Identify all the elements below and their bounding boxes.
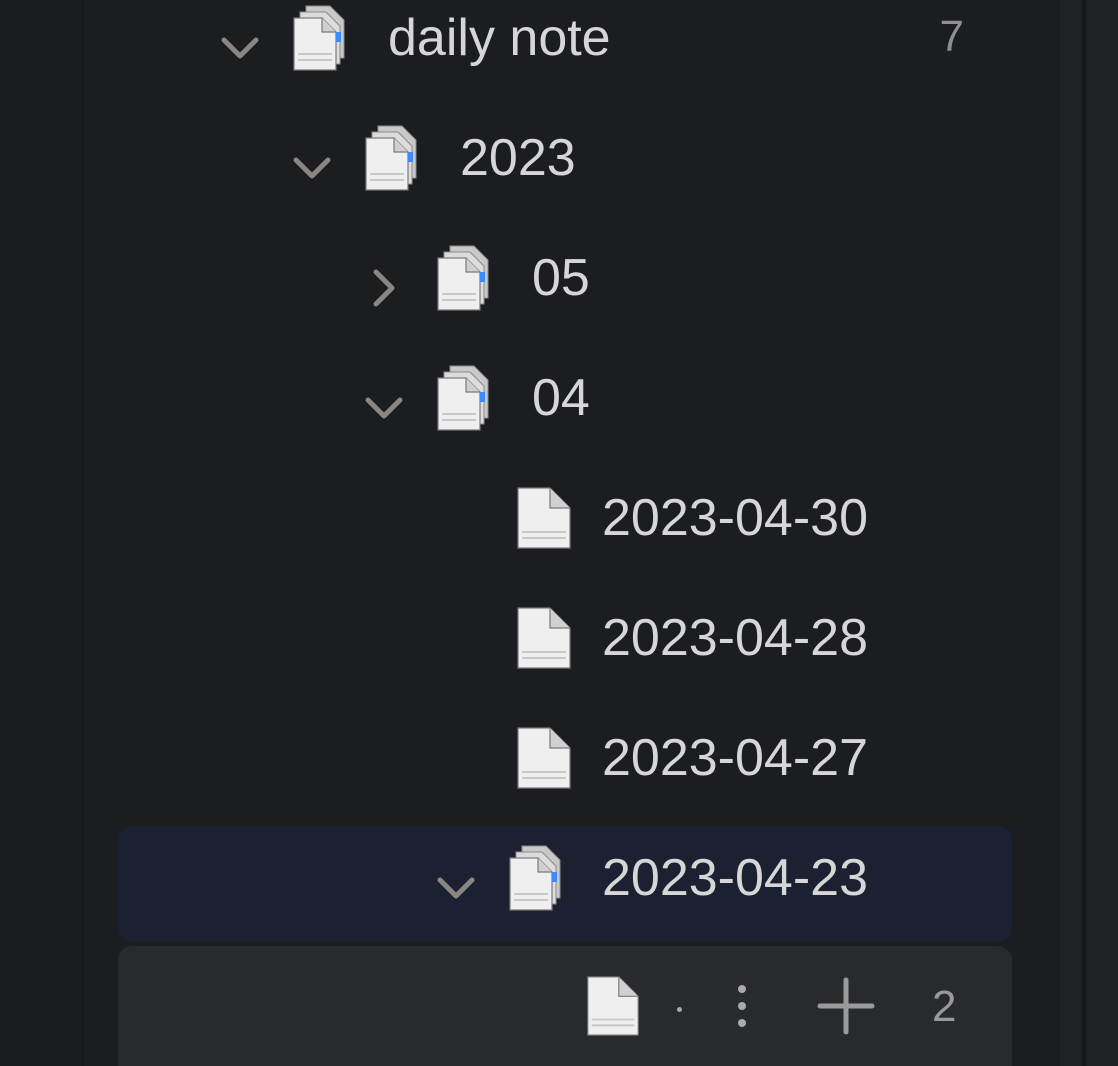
file-icon[interactable] [582,970,644,1042]
folder-icon [432,362,504,434]
plus-icon[interactable] [812,972,880,1040]
tree-item-label: 05 [532,249,590,307]
chevron-down-icon[interactable] [428,860,484,916]
tree-item-2023-04-23[interactable]: 2023-04-23 [84,828,1060,948]
tree-item-2023-04-30[interactable]: 2023-04-30 [84,468,1060,588]
tree-item-05[interactable]: 05 [84,228,1060,348]
tree-item-04[interactable]: 04 [84,348,1060,468]
left-panel-edge [0,0,84,1066]
folder-icon [288,2,360,74]
more-vertical-icon[interactable] [726,980,758,1032]
tree-item-label: daily note [388,9,611,67]
dot-separator [676,1006,684,1014]
chevron-down-icon[interactable] [356,380,412,436]
file-icon [508,602,580,674]
right-panel-edge [1060,0,1118,1066]
chevron-down-icon[interactable] [284,140,340,196]
tree-item-daily-note[interactable]: daily note 7 [84,0,1060,108]
tree-item-2023-04-27[interactable]: 2023-04-27 [84,708,1060,828]
tree-item-label: 2023 [460,129,576,187]
scrollbar-track[interactable] [1082,0,1086,1066]
tree-item-2023[interactable]: 2023 [84,108,1060,228]
item-count-badge: 2 [932,982,957,1031]
chevron-down-icon[interactable] [212,20,268,76]
tree-item-label: 2023-04-23 [602,849,868,907]
tree-item-2023-04-28[interactable]: 2023-04-28 [84,588,1060,708]
item-count-badge: 7 [939,12,964,61]
tree-item-label: 2023-04-27 [602,729,868,787]
file-icon [508,722,580,794]
tree-item-label: 2023-04-28 [602,609,868,667]
tree-item-label: 2023-04-30 [602,489,868,547]
folder-icon [432,242,504,314]
chevron-right-icon[interactable] [356,260,412,316]
tree-item-label: 04 [532,369,590,427]
folder-icon [360,122,432,194]
file-icon [508,482,580,554]
folder-icon [504,842,576,914]
